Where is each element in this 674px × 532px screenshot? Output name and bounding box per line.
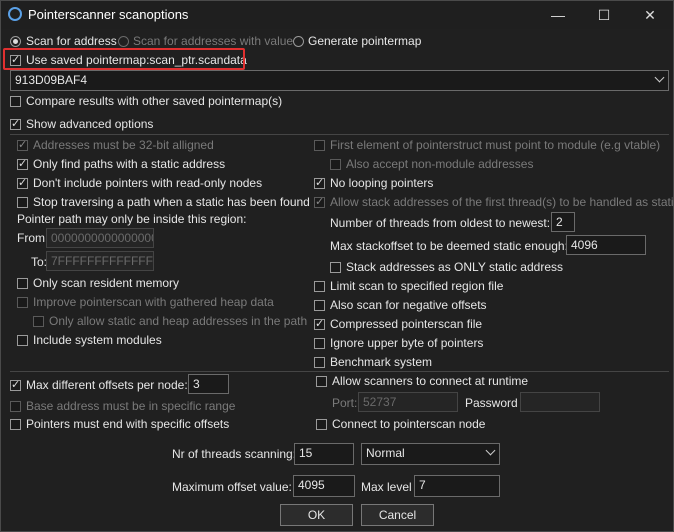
system-modules-checkbox[interactable] (17, 335, 28, 346)
port-label: Port: (332, 396, 358, 410)
radio-scan-for-address[interactable] (10, 36, 21, 47)
from-address-input[interactable]: 0000000000000000 (46, 228, 154, 248)
allow-stack-checkbox[interactable] (314, 195, 325, 208)
static-heap-label: Only allow static and heap addresses in … (49, 314, 308, 328)
ok-button[interactable]: OK (280, 504, 353, 526)
allow-stack-label: Allow stack addresses of the first threa… (330, 195, 674, 209)
limit-region-checkbox[interactable] (314, 281, 325, 292)
radio-generate-pointermap[interactable] (293, 36, 304, 47)
no-readonly-label: Don't include pointers with read-only no… (33, 176, 263, 190)
threads-oldest-label: Number of threads from oldest to newest: (330, 216, 551, 230)
first-element-checkbox[interactable] (314, 140, 325, 151)
aligned-checkbox[interactable] (17, 138, 28, 151)
resident-memory-checkbox[interactable] (17, 278, 28, 289)
address-combobox[interactable]: 913D09BAF4 (10, 70, 669, 91)
radio-scan-with-value[interactable] (118, 36, 129, 47)
max-offsets-checkbox[interactable] (10, 378, 21, 391)
first-element-label: First element of pointerstruct must poin… (330, 138, 661, 152)
non-module-checkbox[interactable] (330, 159, 341, 170)
chevron-down-icon (485, 445, 496, 456)
aligned-label: Addresses must be 32-bit alligned (33, 138, 214, 152)
stackoffset-label: Max stackoffset to be deemed static enou… (330, 239, 568, 253)
stack-only-checkbox[interactable] (330, 262, 341, 273)
priority-select-value: Normal (366, 446, 405, 460)
allow-scanners-checkbox[interactable] (316, 376, 327, 387)
static-only-label: Only find paths with a static address (33, 157, 226, 171)
connect-node-label: Connect to pointerscan node (332, 417, 486, 431)
heap-data-checkbox[interactable] (17, 297, 28, 308)
address-combobox-value: 913D09BAF4 (15, 73, 88, 87)
threads-oldest-input[interactable]: 2 (551, 212, 575, 232)
max-offsets-input[interactable]: 3 (188, 374, 229, 394)
ignore-upper-checkbox[interactable] (314, 338, 325, 349)
stop-traverse-checkbox[interactable] (17, 197, 28, 208)
no-looping-checkbox[interactable] (314, 176, 325, 189)
max-level-input[interactable]: 7 (414, 475, 500, 497)
show-advanced-checkbox[interactable] (10, 117, 21, 130)
port-input[interactable]: 52737 (358, 392, 458, 412)
show-advanced-label: Show advanced options (26, 117, 154, 131)
from-label: From (17, 231, 45, 245)
divider (10, 134, 669, 135)
password-label: Password (465, 396, 518, 410)
max-offsets-label: Max different offsets per node: (26, 378, 188, 392)
maximize-button[interactable]: ☐ (581, 1, 627, 29)
priority-select[interactable]: Normal (361, 443, 500, 465)
static-heap-checkbox[interactable] (33, 316, 44, 327)
resident-memory-label: Only scan resident memory (33, 276, 180, 290)
no-readonly-checkbox[interactable] (17, 176, 28, 189)
stack-only-label: Stack addresses as ONLY static address (346, 260, 563, 274)
password-input[interactable] (520, 392, 600, 412)
must-end-label: Pointers must end with specific offsets (26, 417, 230, 431)
minimize-button[interactable]: — (535, 1, 581, 29)
negative-offsets-label: Also scan for negative offsets (330, 298, 487, 312)
no-looping-label: No looping pointers (330, 176, 434, 190)
heap-data-label: Improve pointerscan with gathered heap d… (33, 295, 274, 309)
app-icon (8, 7, 22, 21)
to-address-input[interactable]: 7FFFFFFFFFFFFFFF (46, 251, 154, 271)
non-module-label: Also accept non-module addresses (346, 157, 534, 171)
compressed-label: Compressed pointerscan file (330, 317, 483, 331)
ignore-upper-label: Ignore upper byte of pointers (330, 336, 484, 350)
dialog-window: Pointerscanner scanoptions — ☐ ✕ Scan fo… (0, 0, 674, 532)
limit-region-label: Limit scan to specified region file (330, 279, 504, 293)
stackoffset-input[interactable]: 4096 (566, 235, 646, 255)
compare-results-label: Compare results with other saved pointer… (26, 94, 283, 108)
title-bar: Pointerscanner scanoptions — ☐ ✕ (1, 1, 673, 29)
divider (10, 371, 669, 372)
base-range-checkbox[interactable] (10, 401, 21, 412)
highlight-box (3, 48, 245, 70)
close-button[interactable]: ✕ (627, 1, 673, 29)
base-range-label: Base address must be in specific range (26, 399, 236, 413)
nr-threads-input[interactable]: 15 (294, 443, 354, 465)
compressed-checkbox[interactable] (314, 317, 325, 330)
cancel-button[interactable]: Cancel (361, 504, 434, 526)
benchmark-checkbox[interactable] (314, 357, 325, 368)
nr-threads-label: Nr of threads scanning: (172, 447, 297, 461)
connect-node-checkbox[interactable] (316, 419, 327, 430)
to-label: To: (31, 255, 48, 269)
radio-scan-for-address-label: Scan for address (26, 34, 117, 48)
window-title: Pointerscanner scanoptions (28, 7, 189, 22)
benchmark-label: Benchmark system (330, 355, 433, 369)
chevron-down-icon (654, 72, 665, 83)
region-label: Pointer path may only be inside this reg… (17, 212, 247, 226)
must-end-checkbox[interactable] (10, 419, 21, 430)
static-only-checkbox[interactable] (17, 157, 28, 170)
max-level-label: Max level (361, 480, 412, 494)
system-modules-label: Include system modules (33, 333, 162, 347)
compare-results-checkbox[interactable] (10, 96, 21, 107)
radio-generate-pointermap-label: Generate pointermap (308, 34, 422, 48)
radio-scan-with-value-label: Scan for addresses with value (133, 34, 294, 48)
max-offset-input[interactable]: 4095 (293, 475, 355, 497)
stop-traverse-label: Stop traversing a path when a static has… (33, 195, 310, 209)
negative-offsets-checkbox[interactable] (314, 300, 325, 311)
max-offset-label: Maximum offset value: (172, 480, 292, 494)
allow-scanners-label: Allow scanners to connect at runtime (332, 374, 529, 388)
